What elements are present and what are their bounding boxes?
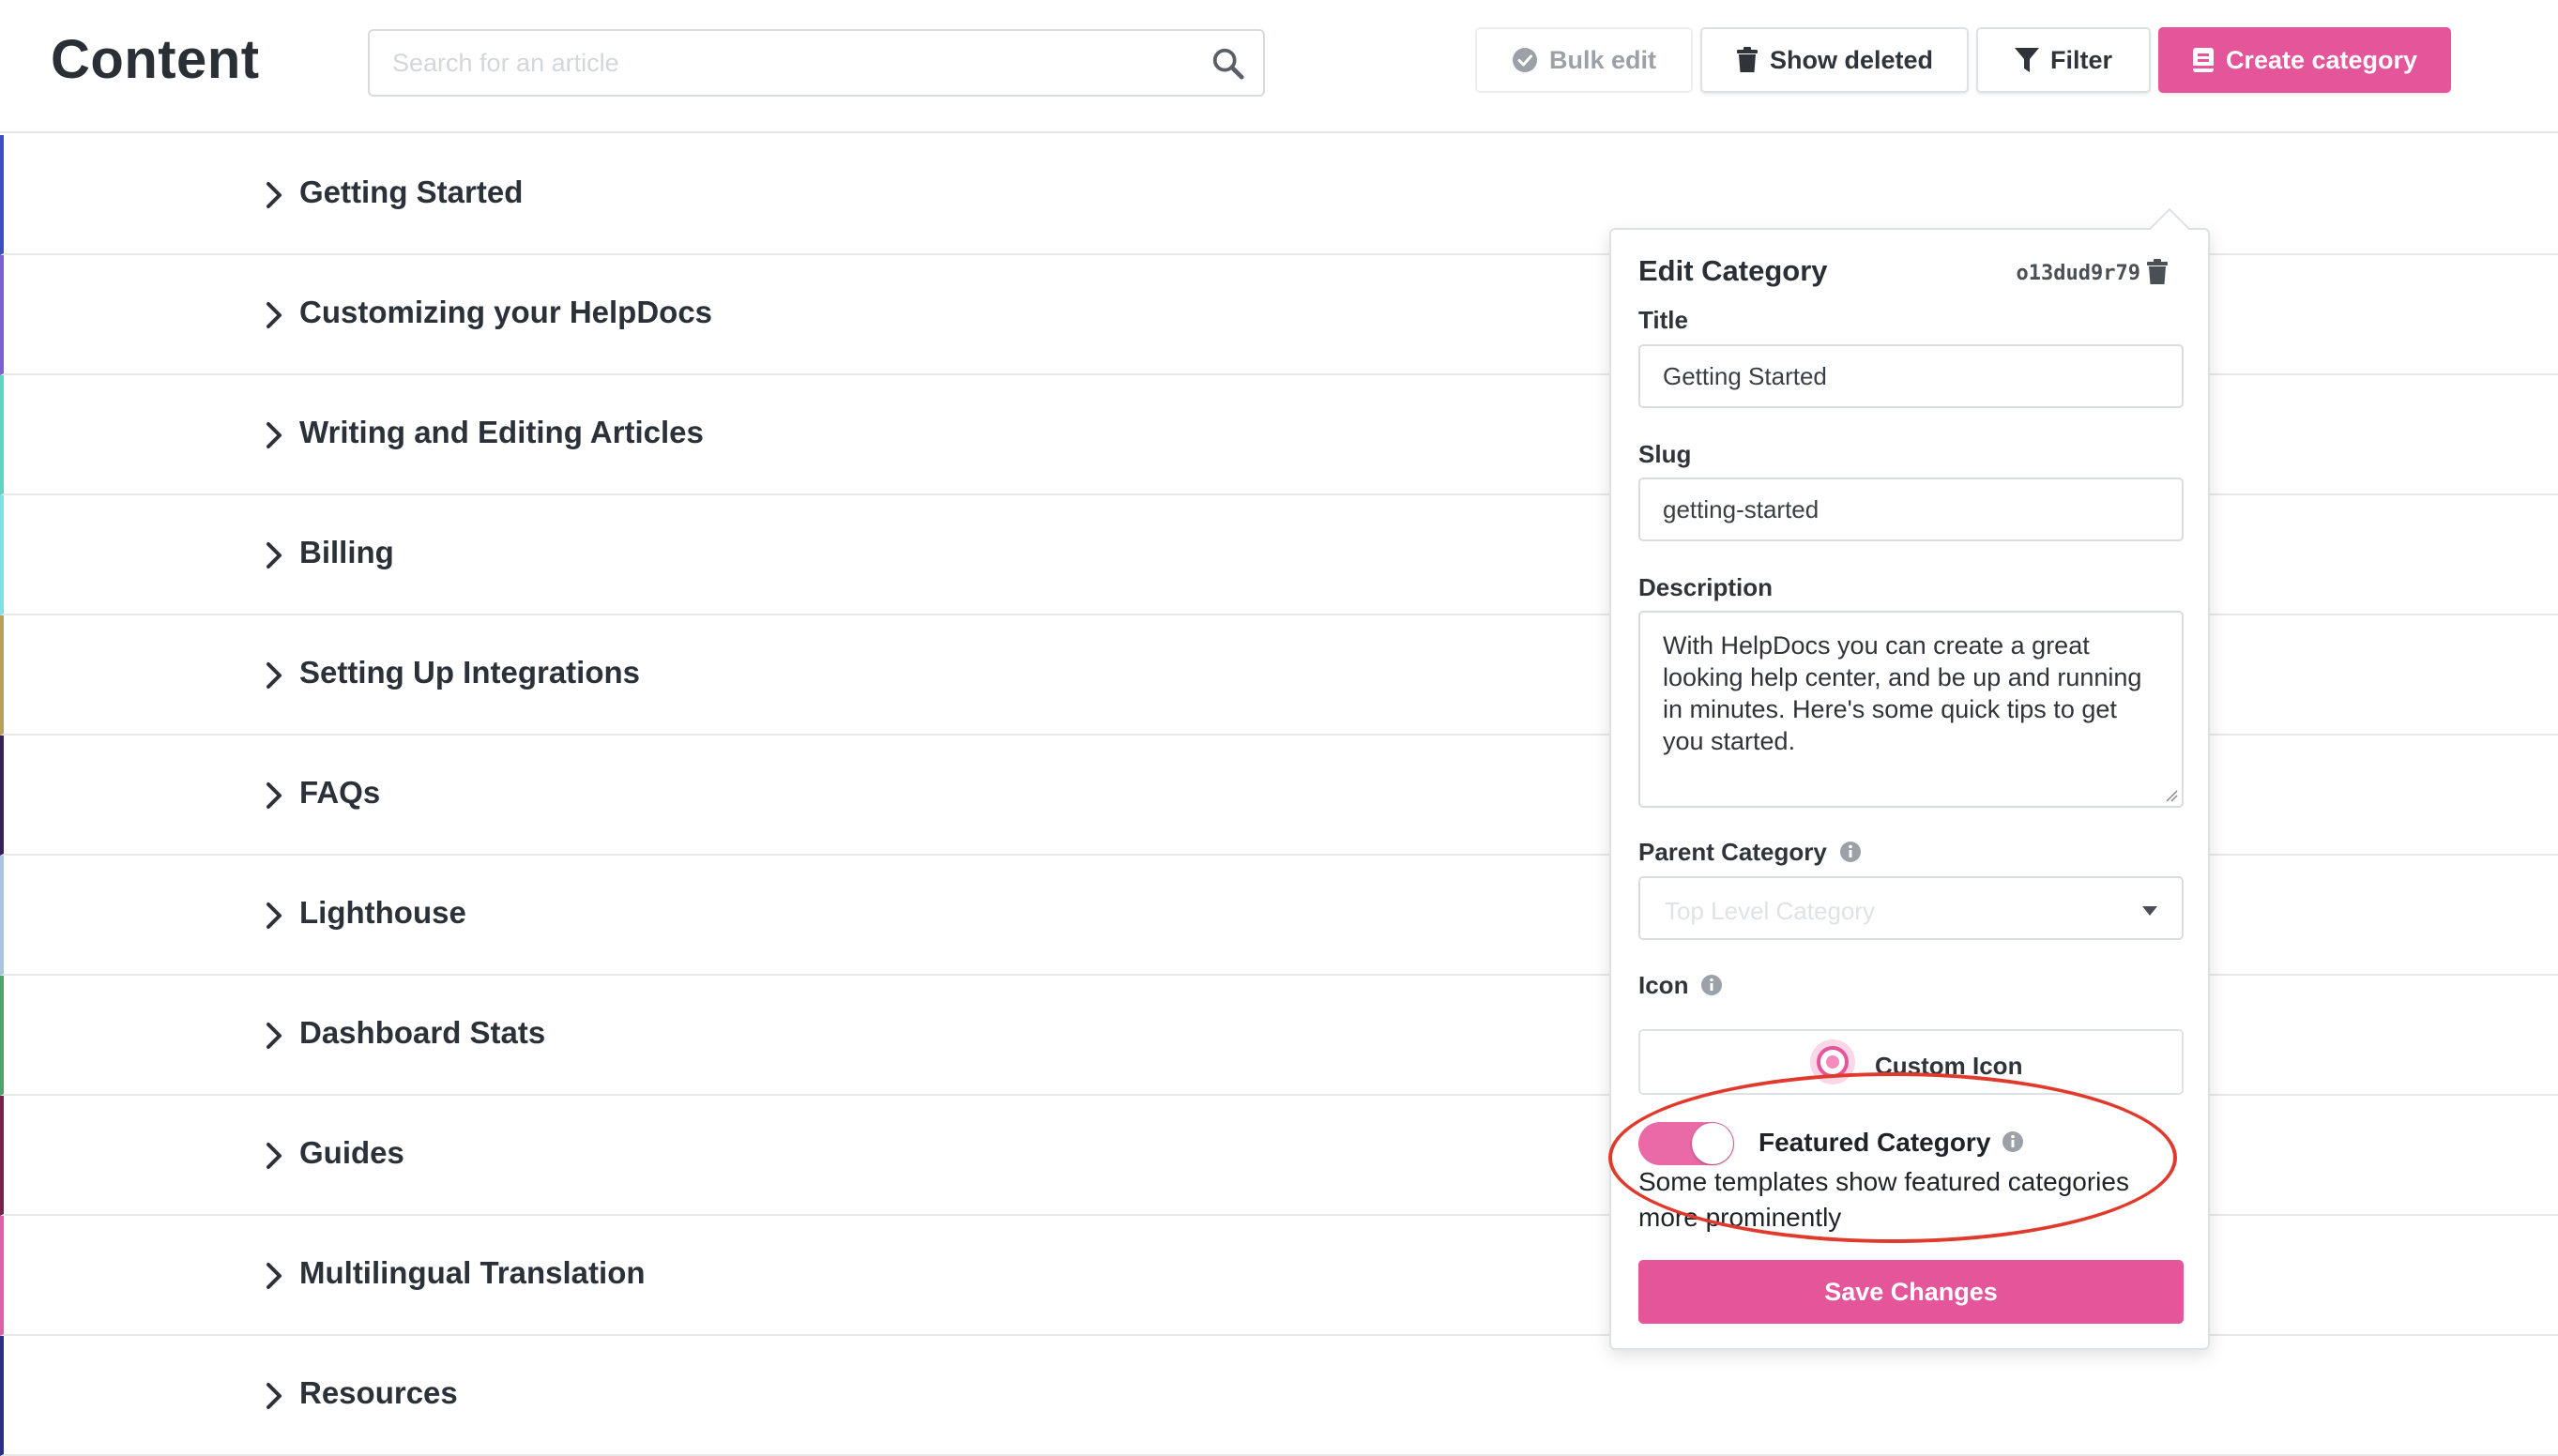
create-category-button[interactable]: Create category xyxy=(2158,27,2451,93)
slug-label: Slug xyxy=(1638,440,1692,468)
category-label[interactable]: Billing xyxy=(299,535,394,570)
featured-description: Some templates show featured categories … xyxy=(1638,1167,2129,1232)
chevron-right-icon[interactable] xyxy=(261,900,287,932)
title-input[interactable] xyxy=(1638,344,2184,408)
category-label[interactable]: Writing and Editing Articles xyxy=(299,415,704,450)
category-label[interactable]: Resources xyxy=(299,1375,458,1411)
category-label[interactable]: Dashboard Stats xyxy=(299,1015,545,1051)
description-textarea[interactable]: With HelpDocs you can create a great loo… xyxy=(1638,611,2184,808)
show-deleted-button[interactable]: Show deleted xyxy=(1700,27,1969,93)
show-deleted-label: Show deleted xyxy=(1769,45,1934,74)
slug-input[interactable] xyxy=(1638,478,2184,541)
category-label[interactable]: Setting Up Integrations xyxy=(299,655,640,690)
parent-category-placeholder: Top Level Category xyxy=(1665,897,1876,925)
chevron-right-icon[interactable] xyxy=(261,780,287,811)
filter-button[interactable]: Filter xyxy=(1976,27,2151,93)
chevron-right-icon[interactable] xyxy=(261,299,287,331)
save-changes-button[interactable]: Save Changes xyxy=(1638,1260,2184,1324)
search-icon[interactable] xyxy=(1210,46,1246,82)
caret-down-icon xyxy=(2142,906,2157,916)
description-label: Description xyxy=(1638,573,1774,601)
create-category-label: Create category xyxy=(2225,45,2418,74)
custom-icon-button[interactable]: Custom Icon xyxy=(1638,1029,2184,1095)
popover-title: Edit Category xyxy=(1638,254,1828,287)
resize-grip-icon[interactable] xyxy=(2165,789,2178,802)
chevron-right-icon[interactable] xyxy=(261,1140,287,1172)
category-label[interactable]: Multilingual Translation xyxy=(299,1255,646,1291)
parent-category-label: Parent Category xyxy=(1638,838,1827,866)
title-label: Title xyxy=(1638,306,1688,334)
edit-category-popover: Edit Category o13dud9r79 Title Slug Desc… xyxy=(1609,207,2210,1350)
info-icon[interactable] xyxy=(2002,1130,2024,1153)
header: Content Bulk edit Show deleted Filter xyxy=(0,0,2558,133)
chevron-right-icon[interactable] xyxy=(261,539,287,571)
custom-icon-badge-icon xyxy=(1810,1039,1855,1084)
chevron-right-icon[interactable] xyxy=(261,1380,287,1412)
page-title: Content xyxy=(51,29,260,90)
check-circle-icon xyxy=(1512,48,1537,72)
featured-category-label: Featured Category xyxy=(1759,1128,1991,1157)
toggle-knob xyxy=(1692,1123,1733,1164)
chevron-right-icon[interactable] xyxy=(261,1260,287,1292)
chevron-right-icon[interactable] xyxy=(261,1020,287,1052)
filter-icon xyxy=(2014,48,2039,72)
custom-icon-label: Custom Icon xyxy=(1875,1052,2023,1080)
search-input[interactable] xyxy=(392,31,1199,95)
category-row[interactable]: Resources xyxy=(0,1336,2558,1456)
info-icon[interactable] xyxy=(1839,841,1862,863)
category-id: o13dud9r79 xyxy=(2016,262,2140,285)
category-label[interactable]: Guides xyxy=(299,1135,404,1171)
filter-label: Filter xyxy=(2049,45,2112,74)
category-label[interactable]: Getting Started xyxy=(299,174,523,210)
featured-toggle[interactable] xyxy=(1638,1122,1734,1165)
parent-category-select[interactable]: Top Level Category xyxy=(1638,876,2184,940)
book-icon xyxy=(2192,48,2214,72)
bulk-edit-button[interactable]: Bulk edit xyxy=(1475,27,1693,93)
icon-label: Icon xyxy=(1638,971,1689,999)
info-icon[interactable] xyxy=(1700,974,1723,996)
delete-category-icon[interactable] xyxy=(2146,259,2169,285)
chevron-right-icon[interactable] xyxy=(261,179,287,211)
trash-icon xyxy=(1736,47,1758,72)
chevron-right-icon[interactable] xyxy=(261,660,287,691)
chevron-right-icon[interactable] xyxy=(261,419,287,451)
category-label[interactable]: Lighthouse xyxy=(299,895,466,931)
category-label[interactable]: Customizing your HelpDocs xyxy=(299,295,712,330)
category-label[interactable]: FAQs xyxy=(299,775,380,811)
bulk-edit-label: Bulk edit xyxy=(1548,45,1656,74)
search-box[interactable] xyxy=(368,29,1265,97)
description-text: With HelpDocs you can create a great loo… xyxy=(1663,631,2142,755)
